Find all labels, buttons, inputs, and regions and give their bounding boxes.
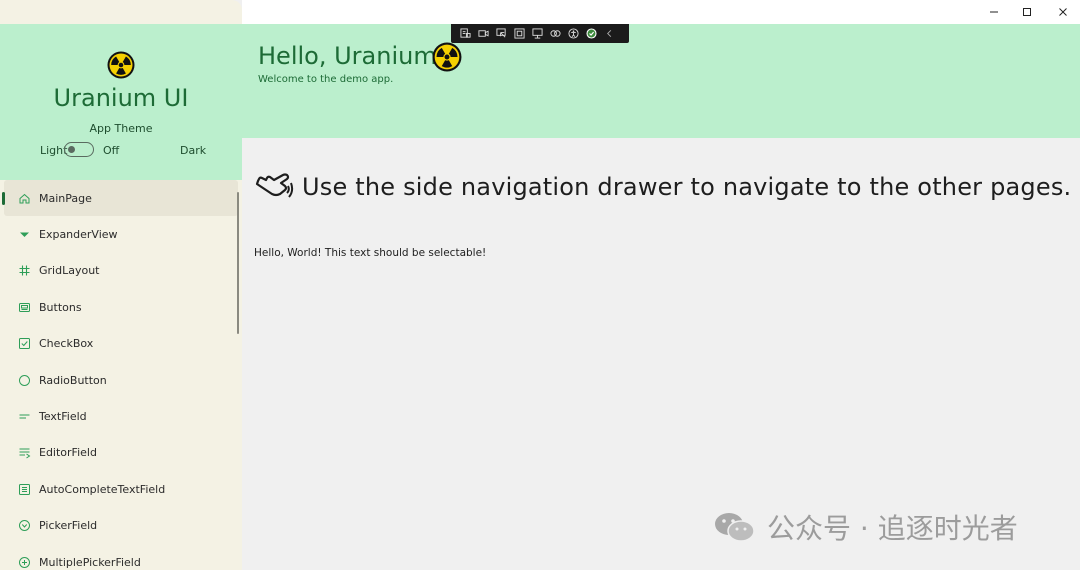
multi-picker-icon [18,556,31,569]
sidebar-item-buttons[interactable]: Buttons [0,289,242,325]
track-focus-icon[interactable] [531,27,544,40]
radiation-logo-icon [432,42,462,72]
accessibility-icon[interactable] [567,27,580,40]
sidebar-item-label: MainPage [39,191,92,205]
page-subtitle: Welcome to the demo app. [258,74,394,85]
picker-icon [18,519,31,532]
radio-icon [18,374,31,387]
sidebar-item-label: TextField [39,410,87,424]
text-field-icon [18,410,31,423]
sidebar-item-label: EditorField [39,446,97,460]
watermark: 公众号 · 追逐时光者 [713,507,1018,547]
theme-switch-row: Light Off Dark [0,140,242,160]
sidebar-item-label: AutoCompleteTextField [39,482,166,496]
radiation-logo-icon [107,51,135,79]
title-bar [242,0,1080,24]
sidebar-item-label: Buttons [39,300,82,314]
caret-down-icon [18,228,31,241]
drawer-header: Uranium UI App Theme Light Off Dark [0,24,242,180]
sidebar-item-autocompletetextfield[interactable]: AutoCompleteTextField [0,471,242,507]
select-element-icon[interactable] [495,27,508,40]
page-header: Hello, Uranium! Welcome to the demo app. [242,24,1080,138]
layout-adorner-icon[interactable] [513,27,526,40]
sidebar-item-label: PickerField [39,519,98,533]
close-icon[interactable] [1055,4,1071,20]
sidebar-item-label: RadioButton [39,373,107,387]
status-ok-icon[interactable] [585,27,598,40]
live-visual-tree-icon[interactable] [459,27,472,40]
buttons-icon [18,301,31,314]
grid-hash-icon [18,264,31,277]
sidebar-item-label: ExpanderView [39,228,118,242]
minimize-icon[interactable] [986,4,1002,20]
sidebar-item-label: CheckBox [39,337,94,351]
wechat-icon [715,513,755,542]
maximize-icon[interactable] [1019,4,1035,20]
sidebar-item-label: MultiplePickerField [39,555,141,569]
hand-swipe-icon [255,173,294,198]
sidebar-item-pickerfield[interactable]: PickerField [0,508,242,544]
sidebar-item-multiplepickerfield[interactable]: MultiplePickerField [0,544,242,570]
sidebar-item-textfield[interactable]: TextField [0,398,242,434]
app-name: Uranium UI [53,84,189,112]
navigation-hint: Use the side navigation drawer to naviga… [254,170,1071,204]
sidebar-item-editorfield[interactable]: EditorField [0,435,242,471]
hint-text: Use the side navigation drawer to naviga… [302,173,1072,201]
page-title: Hello, Uranium! [258,42,447,70]
debug-toolbar [451,24,629,43]
theme-label: App Theme [89,122,153,135]
drawer-scrollbar[interactable] [237,192,239,334]
theme-toggle[interactable] [64,142,94,157]
toggle-state-label: Off [103,144,120,157]
editor-field-icon [18,446,31,459]
sidebar-item-checkbox[interactable]: CheckBox [0,326,242,362]
nav-list: MainPage ExpanderView GridLayout Buttons… [0,180,242,570]
autocomplete-icon [18,483,31,496]
theme-dark-label: Dark [180,144,207,157]
watermark-text: 公众号 · 追逐时光者 [767,512,1018,545]
sidebar-item-radiobutton[interactable]: RadioButton [0,362,242,398]
home-icon [18,192,31,205]
video-icon[interactable] [477,27,490,40]
sidebar-item-gridlayout[interactable]: GridLayout [0,253,242,289]
navigation-drawer: Uranium UI App Theme Light Off Dark Main… [0,0,242,570]
toggle-knob [68,146,75,153]
sidebar-item-expanderview[interactable]: ExpanderView [0,216,242,252]
selectable-text[interactable]: Hello, World! This text should be select… [254,247,486,259]
checkbox-icon [18,337,31,350]
sidebar-item-label: GridLayout [39,264,100,278]
sidebar-item-mainpage[interactable]: MainPage [2,180,238,217]
collapse-toolbar-icon[interactable] [603,27,616,40]
display-layout-icon[interactable] [549,27,562,40]
